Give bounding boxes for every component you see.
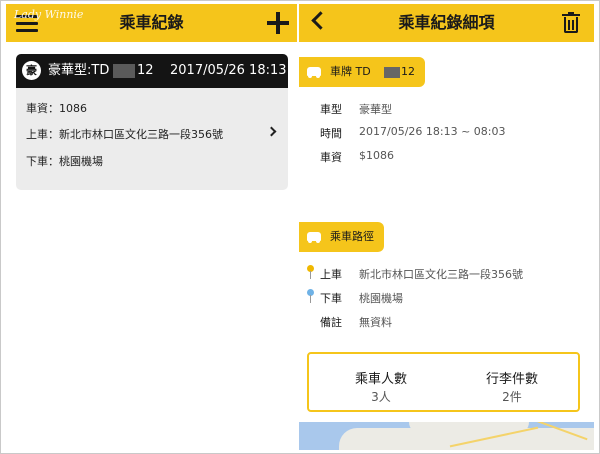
luggage-count-title: 行李件數 [485, 372, 538, 387]
detail-value-fare: $1086 [359, 149, 394, 162]
dropoff-text: 下車：桃園機場 [26, 155, 103, 168]
chevron-right-icon[interactable] [266, 126, 277, 137]
trash-icon[interactable] [562, 12, 580, 34]
detail-value-time: 2017/05/26 18:13 ~ 08:03 [359, 125, 506, 138]
record-header: 豪 豪華型:TD 12 2017/05/26 18:13 [16, 54, 288, 88]
route-value-dropoff: 桃園機場 [359, 292, 403, 305]
car-type-badge: 豪 [22, 61, 41, 80]
passenger-count-value: 3人 [371, 390, 391, 404]
ride-detail-screen: 乘車紀錄細項 車牌 TD 12 車型 豪華型 時間 2017/05/26 18:… [299, 4, 594, 450]
route-label-dropoff: 下車 [320, 292, 342, 305]
route-tab-label: 乘車路徑 [330, 230, 374, 243]
pickup-text: 上車：新北市林口區文化三路一段356號 [26, 128, 223, 141]
route-label-pickup: 上車 [320, 268, 342, 281]
plate-redaction [113, 64, 135, 78]
car-icon [307, 232, 321, 243]
detail-label-fare: 車資 [320, 151, 342, 164]
luggage-count-value: 2件 [502, 390, 522, 404]
route-value-pickup: 新北市林口區文化三路一段356號 [359, 268, 523, 281]
ride-history-screen: 乘車紀錄 Lady Winnie 豪 豪華型:TD 12 2017/05/26 … [6, 4, 297, 450]
car-type-plate: 豪華型:TD [48, 63, 110, 78]
plate-prefix: 車牌 TD [330, 65, 371, 78]
route-tab: 乘車路徑 [299, 222, 384, 252]
route-map[interactable] [299, 422, 594, 450]
ride-record-card[interactable]: 豪 豪華型:TD 12 2017/05/26 18:13 車資：1086 上車：… [16, 54, 288, 190]
route-label-note: 備註 [320, 316, 342, 329]
watermark: Lady Winnie [14, 8, 84, 21]
route-value-note: 無資料 [359, 316, 392, 329]
detail-label-time: 時間 [320, 127, 342, 140]
counts-box: 乘車人數 3人 行李件數 2件 [307, 352, 580, 412]
add-icon[interactable] [267, 12, 289, 34]
passenger-count-title: 乘車人數 [354, 372, 407, 387]
plate-suffix: 12 [401, 65, 415, 78]
fare-text: 車資：1086 [26, 102, 87, 115]
record-datetime: 2017/05/26 18:13 [170, 63, 287, 78]
pickup-pin-icon [307, 265, 314, 279]
detail-value-car-type: 豪華型 [359, 103, 392, 116]
top-bar: 乘車紀錄細項 [299, 4, 594, 42]
plate-redaction [384, 67, 400, 78]
dropoff-pin-icon [307, 289, 314, 303]
plate-tail: 12 [137, 63, 154, 78]
car-icon [307, 67, 321, 78]
detail-label-car-type: 車型 [320, 103, 342, 116]
plate-tab: 車牌 TD 12 [299, 57, 425, 87]
page-title: 乘車紀錄細項 [398, 13, 495, 32]
